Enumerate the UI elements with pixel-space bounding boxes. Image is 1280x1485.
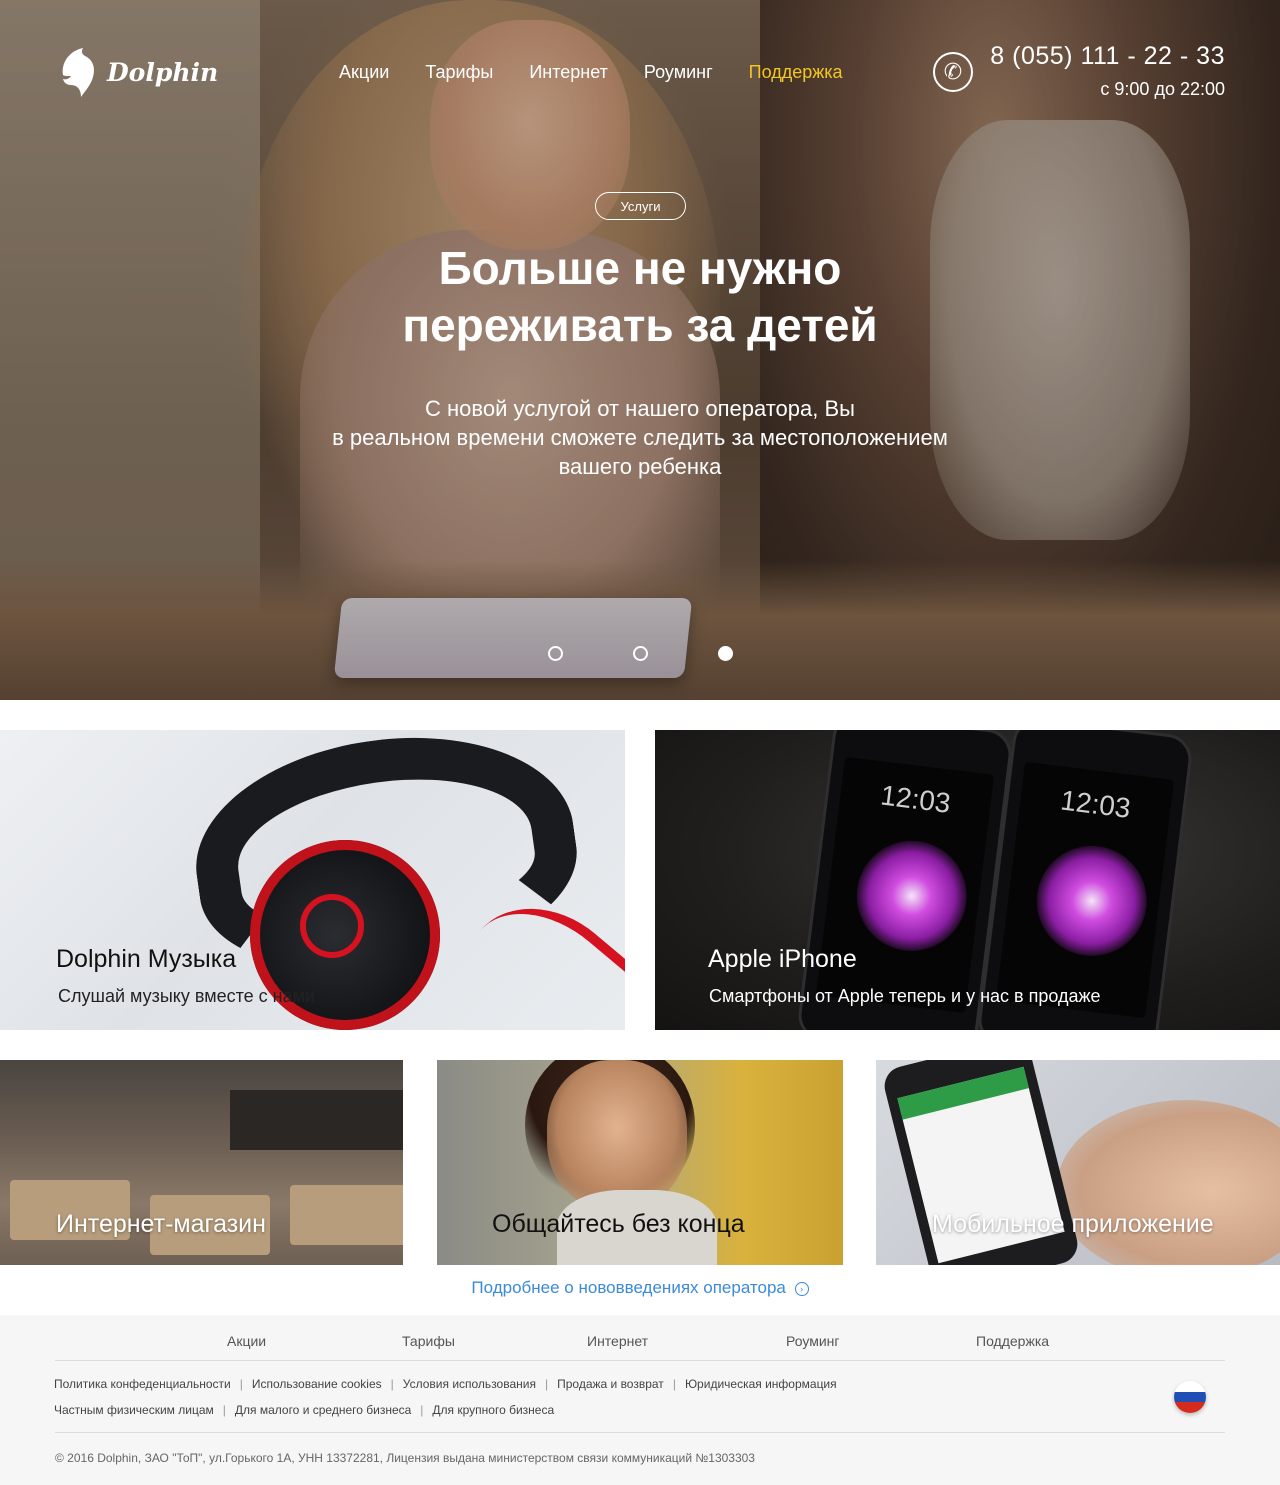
tile-title: Dolphin Музыка — [56, 945, 237, 973]
chevron-right-circle-icon: › — [794, 1281, 809, 1296]
tile-title: Интернет-магазин — [56, 1210, 266, 1238]
logo-text: Dolphin — [107, 57, 219, 87]
footer-nav-akcii[interactable]: Акции — [227, 1333, 266, 1349]
tile-title: Apple iPhone — [708, 945, 857, 973]
separator: | — [420, 1403, 424, 1417]
phone-hours: с 9:00 до 22:00 — [1100, 79, 1225, 99]
hero-text-line-3: вашего ребенка — [558, 454, 722, 479]
hero-banner: Dolphin Акции Тарифы Интернет Роуминг По… — [0, 0, 1280, 700]
more-news-link[interactable]: Подробнее о нововведениях оператора › — [0, 1278, 1280, 1298]
nav-item-podderzhka[interactable]: Поддержка — [749, 62, 843, 83]
flag-stripe-blue — [1174, 1391, 1206, 1403]
slider-dot-2[interactable] — [633, 646, 648, 661]
phone-number[interactable]: 8 (055) 111 - 22 - 33 — [990, 42, 1225, 71]
tile-subtitle: Слушай музыку вместе с нами — [58, 986, 316, 1006]
footer-link-legal[interactable]: Юридическая информация — [685, 1377, 837, 1391]
hero-title: Больше не нужно переживать за детей — [240, 240, 1040, 354]
store-table-image — [290, 1185, 403, 1245]
footer-divider — [55, 1432, 1225, 1433]
woman-face-image — [547, 1060, 687, 1210]
tile-dolphin-music[interactable]: Dolphin Музыка Слушай музыку вместе с на… — [0, 730, 625, 1030]
tile-online-shop[interactable]: Интернет-магазин — [0, 1060, 403, 1265]
hero-title-line-2: переживать за детей — [402, 299, 878, 351]
hero-text-line-1: С новой услугой от нашего оператора, Вы — [425, 396, 855, 421]
copyright: © 2016 Dolphin, ЗАО "ТоП", ул.Горького 1… — [55, 1451, 755, 1465]
hero-badge[interactable]: Услуги — [595, 192, 686, 220]
iphone-clock: 12:03 — [1058, 784, 1133, 824]
flower-wallpaper-image — [1030, 839, 1154, 963]
footer-link-sales-returns[interactable]: Продажа и возврат — [557, 1377, 664, 1391]
slider-dot-1[interactable] — [548, 646, 563, 661]
hand-image — [1056, 1100, 1280, 1265]
footer-nav-internet[interactable]: Интернет — [587, 1333, 648, 1349]
hero-text-line-2: в реальном времени сможете следить за ме… — [332, 425, 948, 450]
more-news-link-label: Подробнее о нововведениях оператора — [471, 1278, 786, 1297]
store-wall-image — [230, 1090, 403, 1150]
slider-dot-3[interactable] — [718, 646, 733, 661]
footer-links-row-2: Частным физическим лицам | Для малого и ср… — [54, 1403, 554, 1417]
logo[interactable]: Dolphin — [55, 45, 218, 99]
footer-link-individuals[interactable]: Частным физическим лицам — [54, 1403, 214, 1417]
site-header: Dolphin Акции Тарифы Интернет Роуминг По… — [0, 0, 1280, 130]
separator: | — [390, 1377, 394, 1391]
footer-links-row-1: Политика конфеденциальности | Использовани… — [54, 1377, 837, 1391]
slider-dots — [548, 646, 733, 661]
iphone-image-right: 12:03 — [975, 730, 1195, 1030]
iphone-clock: 12:03 — [878, 779, 953, 819]
nav-item-internet[interactable]: Интернет — [529, 62, 608, 83]
tile-subtitle: Смартфоны от Apple теперь и у нас в прод… — [709, 986, 1101, 1006]
hero-title-line-1: Больше не нужно — [438, 242, 842, 294]
flower-wallpaper-image — [850, 834, 974, 958]
separator: | — [672, 1377, 676, 1391]
nav-item-akcii[interactable]: Акции — [339, 62, 389, 83]
tile-mobile-app[interactable]: Мобильное приложение — [876, 1060, 1280, 1265]
footer-nav-rouming[interactable]: Роуминг — [786, 1333, 839, 1349]
footer-nav: Акции Тарифы Интернет Роуминг Поддержка — [0, 1333, 1280, 1353]
separator: | — [222, 1403, 226, 1417]
footer-link-cookies[interactable]: Использование cookies — [252, 1377, 382, 1391]
nav-item-tarify[interactable]: Тарифы — [425, 62, 493, 83]
tile-talk-unlimited[interactable]: Общайтесь без конца — [437, 1060, 843, 1265]
footer-link-small-business[interactable]: Для малого и среднего бизнеса — [235, 1403, 411, 1417]
separator: | — [544, 1377, 549, 1391]
footer-link-large-business[interactable]: Для крупного бизнеса — [432, 1403, 554, 1417]
footer-nav-podderzhka[interactable]: Поддержка — [976, 1333, 1049, 1349]
hero-description: С новой услугой от нашего оператора, Вы … — [240, 394, 1040, 481]
footer-nav-tarify[interactable]: Тарифы — [402, 1333, 455, 1349]
footer-link-terms[interactable]: Условия использования — [403, 1377, 536, 1391]
main-nav: Акции Тарифы Интернет Роуминг Поддержка — [339, 62, 843, 83]
nav-item-rouming[interactable]: Роуминг — [644, 62, 713, 83]
headphones-logo-image — [300, 894, 364, 958]
dolphin-logo-icon — [62, 48, 95, 97]
tile-title: Общайтесь без конца — [492, 1210, 745, 1238]
footer-divider — [55, 1360, 1225, 1361]
separator: | — [239, 1377, 243, 1391]
iphone-screen: 12:03 — [815, 756, 995, 1014]
footer-link-privacy[interactable]: Политика конфеденциальности — [54, 1377, 231, 1391]
russia-flag-icon[interactable] — [1174, 1381, 1206, 1413]
tile-apple-iphone[interactable]: 12:03 12:03 Apple iPhone Смартфоны от Ap… — [655, 730, 1280, 1030]
phone-icon[interactable]: ✆ — [933, 52, 973, 92]
tile-title: Мобильное приложение — [932, 1210, 1214, 1238]
iphone-screen: 12:03 — [995, 761, 1175, 1019]
